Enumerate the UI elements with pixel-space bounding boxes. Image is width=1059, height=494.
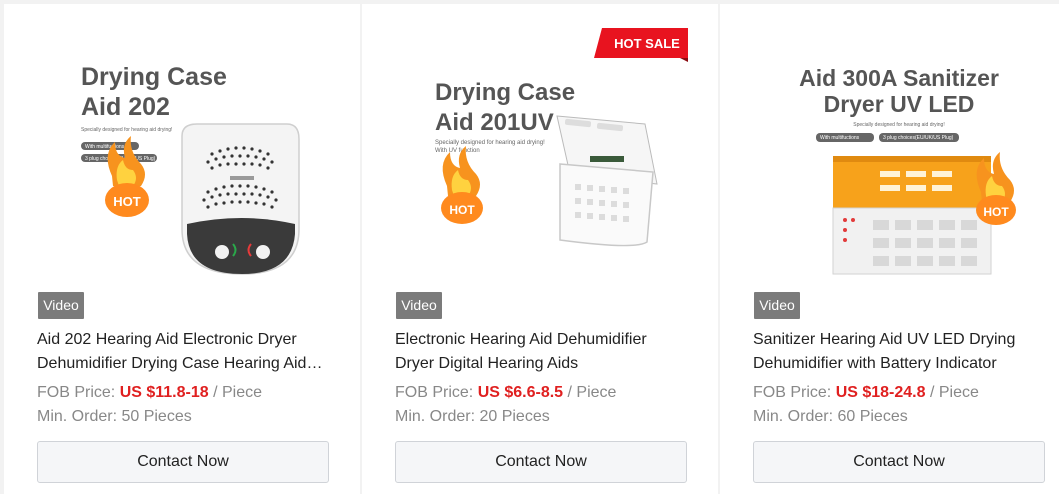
price-value: US $6.6-8.5 [477,384,564,401]
video-badge[interactable]: Video [38,292,84,319]
price-label: FOB Price: [37,384,120,401]
hot-label: HOT [113,194,141,209]
hot-flame-icon: HOT [105,136,149,217]
hot-sale-label: HOT SALE [614,36,680,51]
min-order: Min. Order: 20 Pieces [395,408,550,425]
contact-now-button[interactable]: Contact Now [395,441,687,483]
hot-flame-icon: HOT [976,152,1016,225]
image-chip: With multifuctions [820,135,860,141]
hot-flame-icon: HOT [441,146,483,224]
fob-price: FOB Price: US $18-24.8 / Piece [753,384,979,402]
product-image[interactable]: Drying Case Aid 201UV Specially designed… [395,24,687,299]
image-tagline: Specially designed for hearing aid dryin… [853,122,944,128]
image-heading-line: Aid 201UV [435,109,554,136]
image-heading-line: Aid 300A Sanitizer [799,65,999,91]
fob-price: FOB Price: US $11.8-18 / Piece [37,384,262,402]
price-value: US $18-24.8 [835,384,926,401]
price-unit: / Piece [563,384,617,401]
min-order: Min. Order: 60 Pieces [753,408,908,425]
image-heading-line: Dryer UV LED [824,91,975,117]
price-unit: / Piece [925,384,979,401]
product-title[interactable]: Aid 202 Hearing Aid Electronic Dryer Deh… [37,328,329,376]
fob-price: FOB Price: US $6.6-8.5 / Piece [395,384,616,402]
video-badge[interactable]: Video [396,292,442,319]
product-image[interactable]: Drying Case Aid 202 Specially designed f… [37,24,329,299]
image-heading-line: Drying Case [435,79,575,106]
product-grid: Drying Case Aid 202 Specially designed f… [4,4,1059,494]
product-title[interactable]: Electronic Hearing Aid Dehumidifier Drye… [395,328,687,376]
image-tagline: Specially designed for hearing aid dryin… [435,140,545,146]
image-chip: With multifuctions [85,144,125,150]
image-tagline: Specially designed for hearing aid dryin… [81,127,172,133]
image-heading-line: Drying Case [81,63,227,91]
product-photo-drying-case-202: Drying Case Aid 202 Specially designed f… [81,63,300,275]
hot-label: HOT [449,203,475,217]
product-card[interactable]: Aid 300A Sanitizer Dryer UV LED Speciall… [720,4,1059,494]
image-tagline: With UV function [435,148,480,154]
hot-sale-ribbon: HOT SALE [594,28,688,62]
min-order: Min. Order: 50 Pieces [37,408,192,425]
price-unit: / Piece [208,384,262,401]
product-card[interactable]: Drying Case Aid 202 Specially designed f… [4,4,360,494]
price-label: FOB Price: [753,384,836,401]
product-title[interactable]: Sanitizer Hearing Aid UV LED Drying Dehu… [753,328,1045,376]
contact-now-button[interactable]: Contact Now [37,441,329,483]
contact-now-button[interactable]: Contact Now [753,441,1045,483]
product-photo-drying-case-201uv: Drying Case Aid 201UV Specially designed… [435,79,658,247]
price-value: US $11.8-18 [119,384,209,401]
image-heading-line: Aid 202 [81,93,170,121]
product-photo-aid-300a: Aid 300A Sanitizer Dryer UV LED Speciall… [799,65,1016,275]
product-image[interactable]: Aid 300A Sanitizer Dryer UV LED Speciall… [753,24,1045,299]
product-card[interactable]: Drying Case Aid 201UV Specially designed… [362,4,718,494]
price-label: FOB Price: [395,384,478,401]
video-badge[interactable]: Video [754,292,800,319]
hot-label: HOT [983,205,1009,219]
image-chip: 3 plug choices(EU/UK/US Plug) [883,135,954,141]
